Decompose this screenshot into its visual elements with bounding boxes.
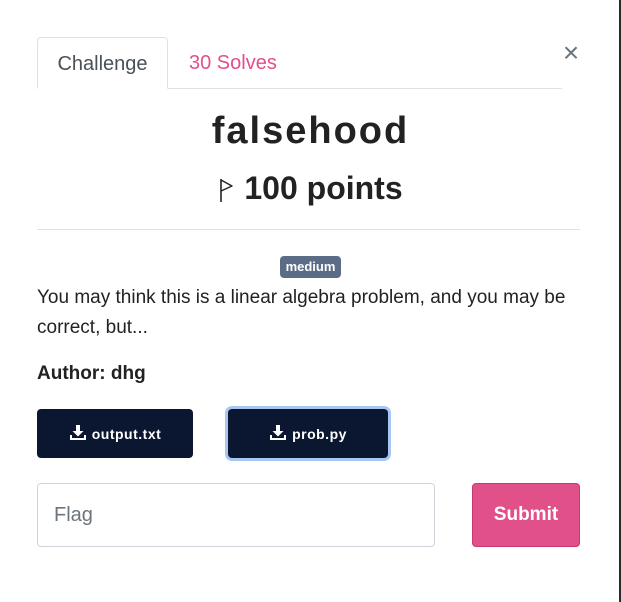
points-label: 100 points: [244, 170, 403, 206]
difficulty-badge: medium: [279, 256, 342, 278]
challenge-points: 100 points: [0, 170, 621, 211]
download-icon: [269, 424, 287, 444]
close-button[interactable]: ×: [560, 38, 582, 68]
flag-icon: [218, 174, 234, 211]
divider: [37, 229, 580, 230]
challenge-title: falsehood: [211, 110, 410, 152]
flag-input[interactable]: [37, 483, 435, 547]
tab-solves[interactable]: 30 Solves: [189, 37, 277, 88]
tab-bar: Challenge 30 Solves: [37, 37, 562, 89]
file-name: output.txt: [91, 425, 162, 442]
file-download-button[interactable]: prob.py: [228, 409, 388, 458]
challenge-description: You may think this is a linear algebra p…: [37, 287, 566, 338]
download-icon: [69, 424, 87, 444]
badge-row: medium: [0, 256, 621, 278]
submit-button[interactable]: Submit: [472, 483, 580, 547]
tab-challenge[interactable]: Challenge: [37, 37, 168, 89]
file-download-button[interactable]: output.txt: [37, 409, 193, 458]
file-name: prob.py: [292, 425, 347, 442]
challenge-author: Author: dhg: [37, 363, 146, 384]
